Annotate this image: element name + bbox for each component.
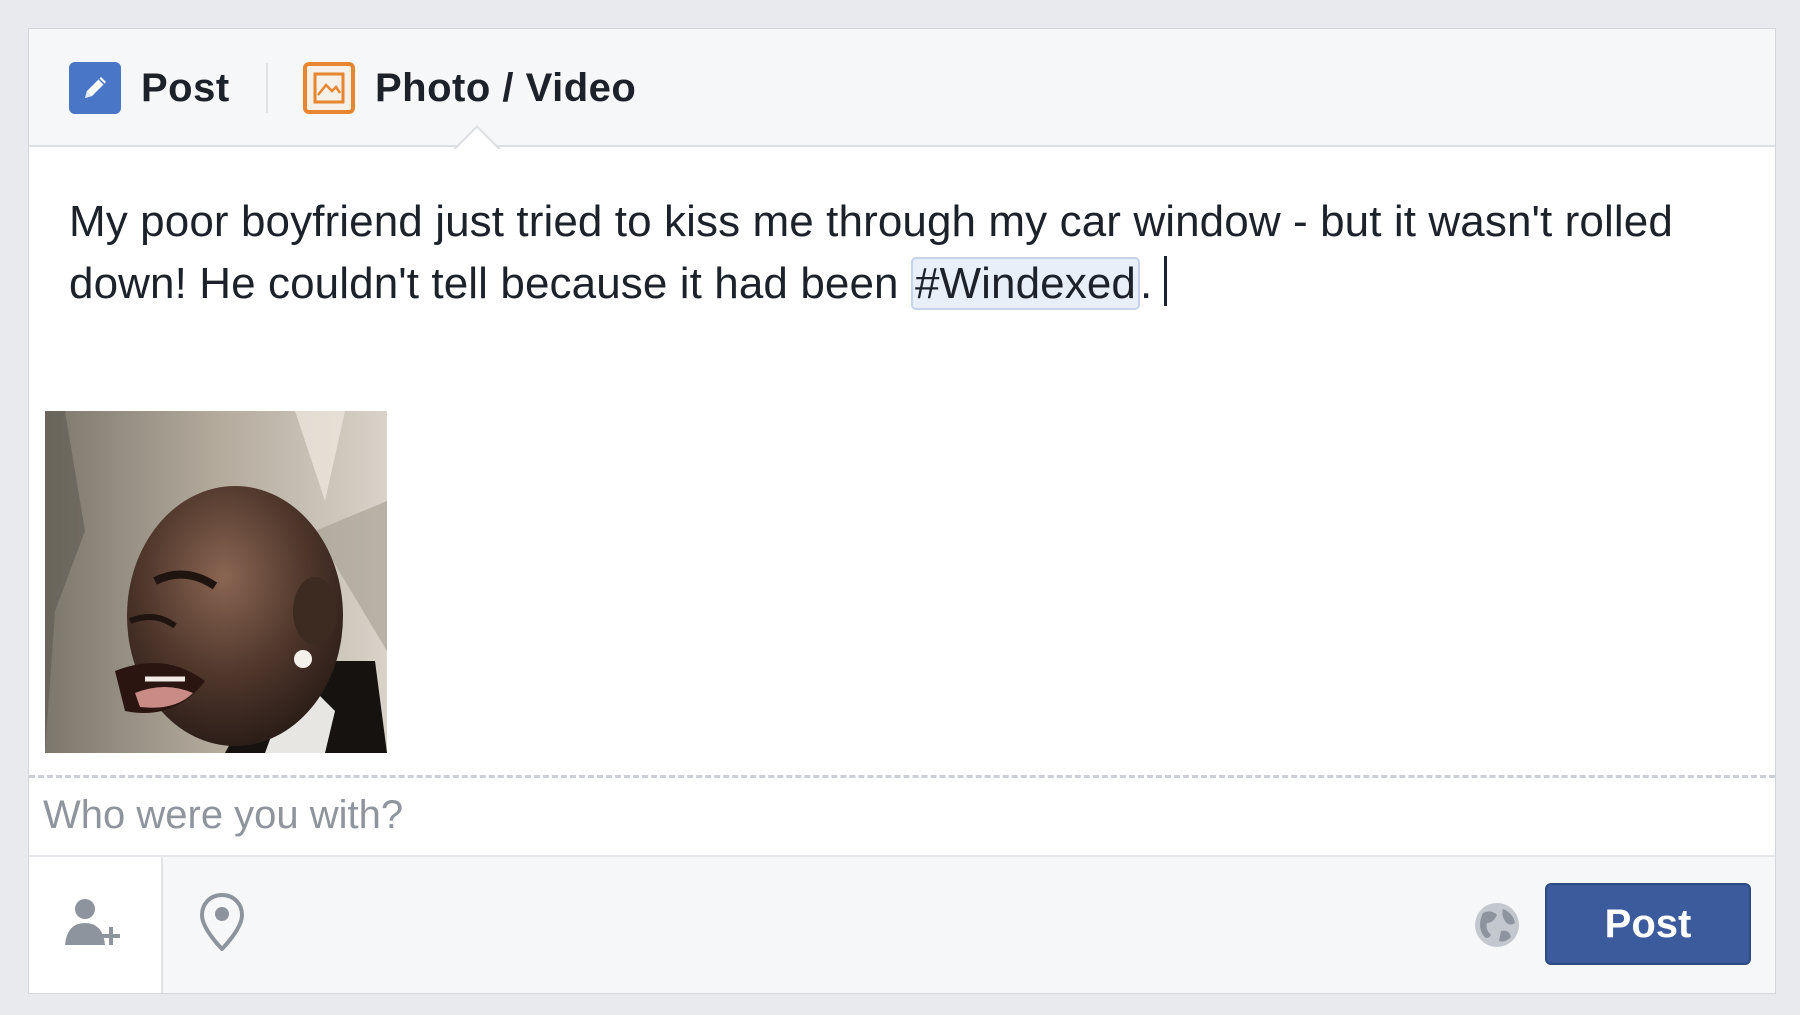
- post-composer: Post Photo / Video My poor boyfriend jus…: [28, 28, 1776, 994]
- post-button[interactable]: Post: [1545, 883, 1751, 965]
- post-text: My poor boyfriend just tried to kiss me …: [69, 197, 1673, 308]
- text-cursor: [1164, 256, 1168, 306]
- hashtag-mention: #Windexed: [910, 257, 1140, 310]
- composer-footer: Post: [29, 855, 1775, 993]
- tab-photo-video[interactable]: Photo / Video: [303, 61, 636, 115]
- who-with-input[interactable]: [41, 786, 1545, 844]
- photo-icon: [303, 62, 355, 114]
- attached-photo-thumbnail[interactable]: [45, 411, 387, 753]
- post-text-end: .: [1139, 259, 1153, 308]
- who-were-you-with-row: [29, 775, 1775, 855]
- add-location-button[interactable]: [179, 881, 265, 967]
- tab-post-label: Post: [141, 65, 230, 110]
- post-text-area[interactable]: My poor boyfriend just tried to kiss me …: [69, 191, 1749, 315]
- composer-tabs: Post Photo / Video: [29, 29, 1775, 150]
- globe-icon: [1471, 903, 1523, 955]
- audience-selector[interactable]: [1471, 899, 1523, 951]
- tab-photo-video-label: Photo / Video: [375, 65, 637, 110]
- pencil-icon: [69, 62, 121, 114]
- tab-divider: [266, 63, 268, 113]
- add-friend-icon: [63, 897, 127, 954]
- active-tab-caret-fill: [455, 128, 499, 150]
- tab-post[interactable]: Post: [69, 61, 230, 115]
- location-pin-icon: [199, 892, 245, 956]
- tag-people-button[interactable]: [29, 857, 163, 993]
